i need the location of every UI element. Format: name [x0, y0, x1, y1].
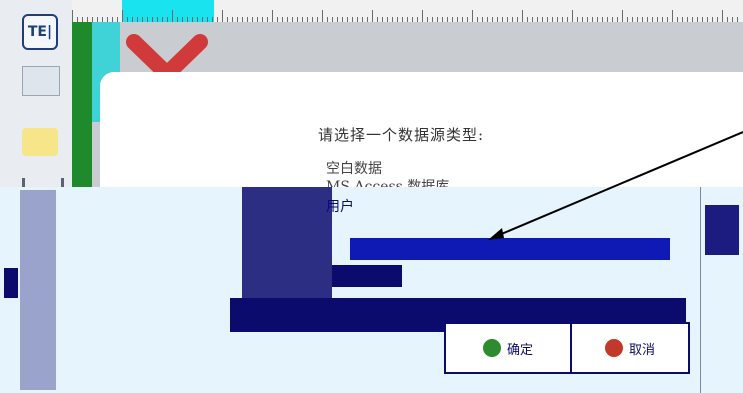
annotation-arrow — [488, 131, 743, 240]
